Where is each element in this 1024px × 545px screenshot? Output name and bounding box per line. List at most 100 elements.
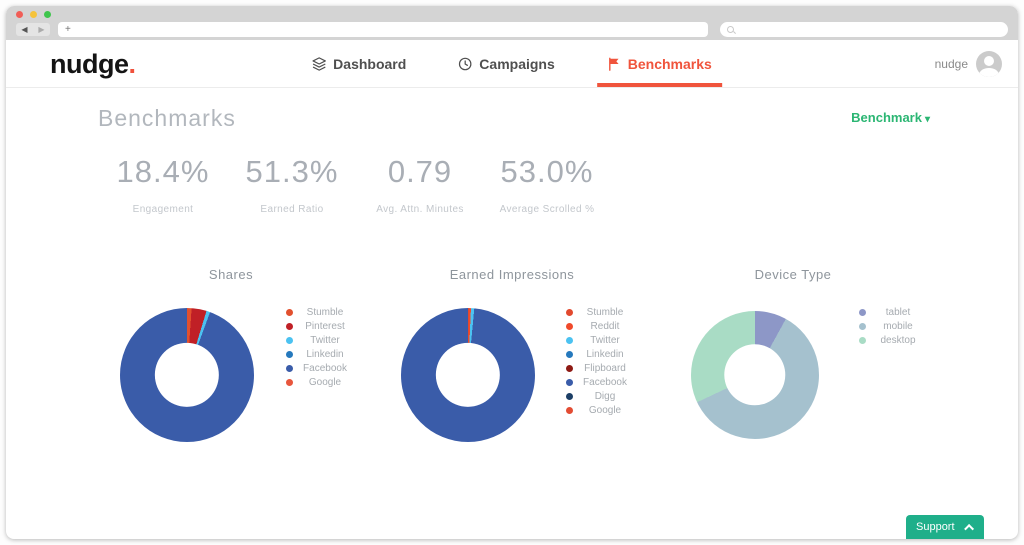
device-type-legend: tablet mobile desktop [859, 305, 930, 347]
layers-icon [312, 56, 326, 71]
device-type-donut-chart[interactable] [691, 311, 819, 439]
shares-legend: Stumble Pinterest Twitter Linkedin Facebook G… [286, 305, 357, 389]
legend-label: Stumble [306, 306, 344, 318]
legend-dot-icon [286, 322, 293, 330]
logo-text: nudge [50, 49, 129, 79]
browser-chrome: ◀ ▶ [6, 6, 1018, 40]
legend-dot-icon [566, 406, 573, 414]
legend-dot-icon [859, 322, 866, 330]
legend-label: Google [308, 376, 342, 388]
earned-impressions-donut-chart[interactable] [401, 308, 535, 442]
legend-dot-icon [566, 364, 573, 372]
tab-label: Dashboard [333, 55, 407, 72]
close-window-icon[interactable] [16, 11, 23, 18]
legend-dot-icon [566, 336, 573, 344]
legend-label: Digg [594, 390, 616, 402]
stat-label: Earned Ratio [260, 204, 324, 215]
zoom-window-icon[interactable] [44, 11, 51, 18]
legend-dot-icon [566, 322, 573, 330]
legend-dot-icon [566, 378, 573, 386]
legend-label: Twitter [590, 334, 620, 346]
legend-item[interactable]: mobile [859, 319, 930, 333]
legend-item[interactable]: Stumble [286, 305, 357, 319]
legend-item[interactable]: Linkedin [566, 347, 637, 361]
user-menu[interactable]: nudge [935, 40, 1002, 87]
avatar [976, 50, 1002, 77]
legend-dot-icon [566, 308, 573, 316]
legend-item[interactable]: desktop [859, 333, 930, 347]
legend-dot-icon [286, 308, 293, 316]
clock-icon [459, 57, 472, 70]
earned-impressions-legend: Stumble Reddit Twitter Linkedin Flipboard Fac… [566, 305, 637, 417]
legend-dot-icon [286, 336, 293, 344]
chevron-down-icon: ▾ [924, 114, 930, 125]
legend-label: desktop [880, 334, 916, 346]
legend-dot-icon [566, 392, 573, 400]
stat-engagement: 18.4% Engagement [117, 154, 210, 215]
stat-label: Engagement [132, 204, 194, 215]
legend-dot-icon [859, 308, 866, 316]
legend-item[interactable]: Twitter [286, 333, 357, 347]
stat-earned-ratio: 51.3% Earned Ratio [246, 154, 339, 215]
benchmark-dropdown-label: Benchmark [851, 110, 922, 125]
minimize-window-icon[interactable] [30, 11, 37, 18]
stat-label: Avg. Attn. Minutes [376, 204, 464, 215]
tab-campaigns[interactable]: Campaigns [448, 40, 564, 87]
legend-item[interactable]: Twitter [566, 333, 637, 347]
chart-title-shares: Shares [208, 267, 254, 282]
legend-label: Linkedin [306, 348, 344, 360]
legend-dot-icon [286, 350, 293, 358]
flag-icon [608, 57, 619, 71]
nav-items: Dashboard Campaigns Benchmarks [302, 40, 722, 87]
app-navbar: nudge. Dashboard Campaigns Benchmarks nu… [6, 40, 1018, 88]
legend-item[interactable]: Linkedin [286, 347, 357, 361]
stat-avg-attn-minutes: 0.79 Avg. Attn. Minutes [376, 154, 464, 215]
legend-label: mobile [883, 320, 913, 332]
shares-donut-chart[interactable] [120, 308, 254, 442]
legend-dot-icon [859, 336, 866, 344]
legend-item[interactable]: Google [286, 375, 357, 389]
legend-dot-icon [286, 364, 293, 372]
stat-value: 18.4% [116, 154, 210, 189]
nudge-logo[interactable]: nudge. [50, 49, 136, 80]
legend-label: Google [588, 404, 622, 416]
support-button[interactable]: Support [906, 515, 984, 539]
stat-average-scrolled: 53.0% Average Scrolled % [500, 154, 595, 215]
chart-title-device-type: Device Type [754, 267, 832, 282]
legend-dot-icon [566, 350, 573, 358]
benchmark-dropdown[interactable]: Benchmark ▾ [851, 110, 930, 125]
tab-benchmarks[interactable]: Benchmarks [596, 40, 722, 87]
legend-label: Flipboard [584, 362, 626, 374]
legend-item[interactable]: Facebook [286, 361, 357, 375]
legend-label: Pinterest [305, 320, 345, 332]
legend-item[interactable]: Facebook [566, 375, 637, 389]
stat-value: 53.0% [500, 154, 594, 189]
search-icon [727, 26, 734, 33]
legend-item[interactable]: Pinterest [286, 319, 357, 333]
stat-value: 0.79 [387, 154, 453, 189]
legend-item[interactable]: Google [566, 403, 637, 417]
logo-dot: . [128, 49, 137, 79]
legend-item[interactable]: Digg [566, 389, 637, 403]
back-icon[interactable]: ◀ [21, 25, 27, 34]
legend-item[interactable]: tablet [859, 305, 930, 319]
legend-label: Twitter [310, 334, 340, 346]
forward-icon[interactable]: ▶ [38, 25, 44, 34]
browser-window: ◀ ▶ nudge. Dashboard [6, 6, 1018, 539]
address-bar[interactable] [58, 22, 708, 37]
user-name: nudge [934, 56, 968, 71]
browser-nav-buttons: ◀ ▶ [16, 23, 50, 36]
legend-item[interactable]: Reddit [566, 319, 637, 333]
tab-label: Benchmarks [627, 55, 712, 72]
window-controls [16, 11, 51, 18]
legend-label: Reddit [590, 320, 620, 332]
tab-label: Campaigns [479, 55, 555, 72]
support-label: Support [916, 521, 955, 533]
page-title: Benchmarks [98, 105, 236, 131]
legend-item[interactable]: Stumble [566, 305, 637, 319]
browser-search-field[interactable] [720, 22, 1008, 37]
legend-label: Linkedin [586, 348, 624, 360]
legend-label: Facebook [583, 376, 627, 388]
tab-dashboard[interactable]: Dashboard [302, 40, 416, 87]
legend-item[interactable]: Flipboard [566, 361, 637, 375]
